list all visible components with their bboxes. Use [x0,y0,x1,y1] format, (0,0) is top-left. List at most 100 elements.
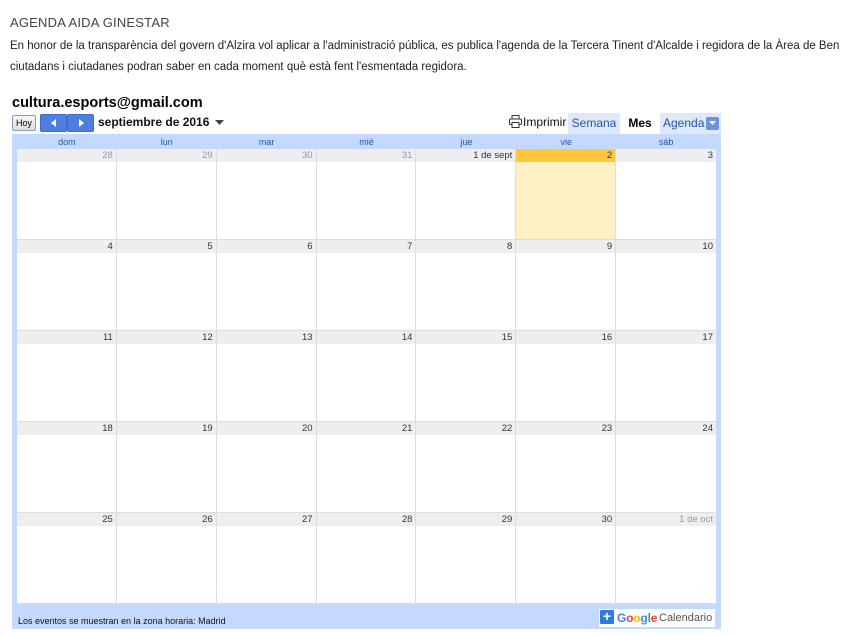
day-cell[interactable]: 20 [216,422,317,513]
chevron-left-icon [50,119,56,127]
day-number[interactable]: 8 [416,240,516,253]
day-cell[interactable]: 28 [316,513,417,604]
weekday-label: vie [560,137,572,147]
day-number[interactable]: 18 [17,422,116,435]
day-cell[interactable]: 11 [17,331,117,422]
day-number[interactable]: 1 de sept [416,149,516,162]
tab-agenda-label: Agenda [663,116,705,130]
day-cell[interactable]: 27 [216,513,317,604]
day-number[interactable]: 21 [316,422,416,435]
google-logo-letter: e [650,611,658,625]
today-button[interactable]: Hoy [12,115,37,131]
day-cell[interactable]: 17 [616,331,716,422]
day-cell[interactable]: 8 [416,240,517,331]
month-label[interactable]: septiembre de 2016 [98,115,209,129]
day-cell[interactable]: 10 [616,240,716,331]
timezone-note: Los eventos se muestran en la zona horar… [18,616,226,626]
day-cell[interactable]: 22 [416,422,517,513]
day-number[interactable]: 1 de oct [616,513,716,526]
day-number[interactable]: 6 [216,240,316,253]
day-number[interactable]: 7 [316,240,416,253]
day-cell[interactable]: 3 [616,149,716,240]
day-cell[interactable]: 31 [316,149,417,240]
chevron-down-icon [709,121,716,125]
weekday-label: mié [359,137,374,147]
calendar-title: cultura.esports@gmail.com [12,95,203,111]
day-number[interactable]: 24 [616,422,716,435]
day-cell[interactable]: 29 [116,149,217,240]
next-month-button[interactable] [67,114,94,132]
day-cell[interactable]: 21 [316,422,417,513]
intro-line-2: ciutadans i ciutadanes podran saber en c… [10,61,467,73]
day-number[interactable]: 29 [416,513,516,526]
day-cell[interactable]: 14 [316,331,417,422]
day-cell[interactable]: 30 [516,513,617,604]
day-number[interactable]: 5 [116,240,216,253]
intro-text: En honor de la transparència del govern … [10,36,848,78]
day-number[interactable]: 9 [516,240,616,253]
day-number[interactable]: 28 [316,513,416,526]
calendar-frame: dom lun mar mié jue vie sáb 28 29 30 31 1 de sept 2… [12,134,721,629]
day-cell[interactable]: 26 [116,513,217,604]
weekday-label: mar [258,137,275,147]
day-number[interactable]: 30 [216,149,316,162]
day-number[interactable]: 14 [316,331,416,344]
day-cell[interactable]: 30 [216,149,317,240]
weekday-label: lun [160,137,173,147]
day-number[interactable]: 12 [116,331,216,344]
day-number[interactable]: 16 [516,331,616,344]
day-cell[interactable]: 18 [17,422,117,513]
day-number[interactable]: 19 [116,422,216,435]
previous-month-button[interactable] [40,114,67,132]
day-number[interactable]: 2 [516,149,616,162]
day-number[interactable]: 17 [616,331,716,344]
day-number[interactable]: 4 [17,240,116,253]
plus-icon: + [600,609,614,624]
day-number[interactable]: 30 [516,513,616,526]
day-number[interactable]: 22 [416,422,516,435]
day-number[interactable]: 28 [17,149,116,162]
day-number[interactable]: 25 [17,513,116,526]
day-cell[interactable]: 1 de oct [616,513,716,604]
day-cell[interactable]: 29 [416,513,517,604]
chevron-down-icon[interactable] [215,120,224,126]
day-cell[interactable]: 24 [616,422,716,513]
day-number[interactable]: 10 [616,240,716,253]
day-cell[interactable]: 4 [17,240,117,331]
day-number[interactable]: 29 [116,149,216,162]
day-cell[interactable]: 23 [516,422,617,513]
day-number[interactable]: 3 [616,149,716,162]
day-cell[interactable]: 12 [116,331,217,422]
weekday-label: dom [58,137,76,147]
day-number[interactable]: 23 [516,422,616,435]
day-cell[interactable]: 5 [116,240,217,331]
google-logo-letter: G [617,611,627,625]
day-cell[interactable]: 28 [17,149,117,240]
day-number[interactable]: 13 [216,331,316,344]
calendar-toolbar: Hoy septiembre de 2016 Imprimir Semana M… [12,113,721,134]
tab-agenda[interactable]: Agenda [660,113,721,134]
day-number[interactable]: 15 [416,331,516,344]
tab-week[interactable]: Semana [568,113,620,134]
day-cell[interactable]: 16 [516,331,617,422]
intro-line-1: En honor de la transparència del govern … [10,40,840,52]
day-cell[interactable]: 19 [116,422,217,513]
day-cell[interactable]: 25 [17,513,117,604]
print-button[interactable]: Imprimir [509,115,566,129]
agenda-dropdown-button[interactable] [706,117,719,130]
tab-month[interactable]: Mes [624,113,656,134]
day-cell[interactable]: 7 [316,240,417,331]
day-cell[interactable]: 15 [416,331,517,422]
google-calendar-link[interactable]: + Google Calendario [598,608,716,628]
print-label: Imprimir [523,115,567,129]
day-number[interactable]: 11 [17,331,116,344]
day-number[interactable]: 31 [316,149,416,162]
day-number[interactable]: 26 [116,513,216,526]
day-cell[interactable]: 6 [216,240,317,331]
day-number[interactable]: 20 [216,422,316,435]
day-cell-today[interactable]: 2 [516,149,617,240]
day-cell[interactable]: 1 de sept [416,149,517,240]
day-cell[interactable]: 13 [216,331,317,422]
day-cell[interactable]: 9 [516,240,617,331]
day-number[interactable]: 27 [216,513,316,526]
